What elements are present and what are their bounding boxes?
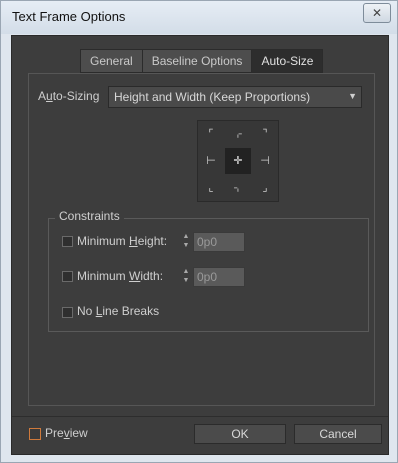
text-frame-options-dialog: Text Frame Options ✕ General Baseline Op… xyxy=(0,0,398,463)
minimum-width-label: Minimum Width: xyxy=(77,269,164,283)
dialog-title: Text Frame Options xyxy=(12,9,126,24)
reference-point-grid: ⌜ ⌌ ⌝ ⊢ ✛ ⊣ ⌞ ⌍ ⌟ xyxy=(197,120,279,202)
cancel-button[interactable]: Cancel xyxy=(294,424,382,444)
anchor-top-center-icon[interactable]: ⌌ xyxy=(225,121,251,147)
minimum-width-checkbox[interactable] xyxy=(62,271,73,282)
minimum-width-field[interactable]: 0p0 xyxy=(193,267,245,287)
chevron-down-icon: ▼ xyxy=(348,91,357,101)
minimum-width-value: 0p0 xyxy=(197,270,218,284)
auto-sizing-value: Height and Width (Keep Proportions) xyxy=(114,90,311,104)
dialog-content: General Baseline Options Auto-Size Auto-… xyxy=(11,35,389,455)
footer-divider xyxy=(12,416,388,417)
no-line-breaks-checkbox[interactable] xyxy=(62,307,73,318)
auto-sizing-label: Auto-Sizing xyxy=(38,89,100,103)
tab-auto-size[interactable]: Auto-Size xyxy=(252,50,323,72)
anchor-center-icon[interactable]: ✛ xyxy=(225,148,251,174)
auto-sizing-dropdown[interactable]: Height and Width (Keep Proportions) ▼ xyxy=(108,86,362,108)
stepper-down-icon[interactable]: ▼ xyxy=(182,276,190,285)
minimum-width-stepper[interactable]: ▲ ▼ xyxy=(182,267,190,285)
stepper-up-icon[interactable]: ▲ xyxy=(182,232,190,241)
minimum-height-field[interactable]: 0p0 xyxy=(193,232,245,252)
anchor-bottom-right-icon[interactable]: ⌟ xyxy=(252,175,278,201)
anchor-top-right-icon[interactable]: ⌝ xyxy=(252,121,278,147)
stepper-up-icon[interactable]: ▲ xyxy=(182,267,190,276)
stepper-down-icon[interactable]: ▼ xyxy=(182,241,190,250)
anchor-middle-left-icon[interactable]: ⊢ xyxy=(198,148,224,174)
anchor-top-left-icon[interactable]: ⌜ xyxy=(198,121,224,147)
minimum-height-checkbox[interactable] xyxy=(62,236,73,247)
preview-label: Preview xyxy=(45,426,88,440)
anchor-middle-right-icon[interactable]: ⊣ xyxy=(252,148,278,174)
close-icon[interactable]: ✕ xyxy=(363,3,391,23)
anchor-bottom-center-icon[interactable]: ⌍ xyxy=(225,175,251,201)
title-bar: Text Frame Options ✕ xyxy=(1,1,397,34)
minimum-height-value: 0p0 xyxy=(197,235,218,249)
no-line-breaks-label: No Line Breaks xyxy=(77,304,160,318)
tab-general[interactable]: General xyxy=(81,50,143,72)
tab-baseline-options[interactable]: Baseline Options xyxy=(143,50,253,72)
constraints-legend: Constraints xyxy=(55,209,124,223)
tab-bar: General Baseline Options Auto-Size xyxy=(80,49,324,73)
ok-button[interactable]: OK xyxy=(194,424,286,444)
preview-checkbox[interactable] xyxy=(29,428,41,440)
minimum-height-label: Minimum Height: xyxy=(77,234,168,248)
anchor-bottom-left-icon[interactable]: ⌞ xyxy=(198,175,224,201)
minimum-height-stepper[interactable]: ▲ ▼ xyxy=(182,232,190,250)
